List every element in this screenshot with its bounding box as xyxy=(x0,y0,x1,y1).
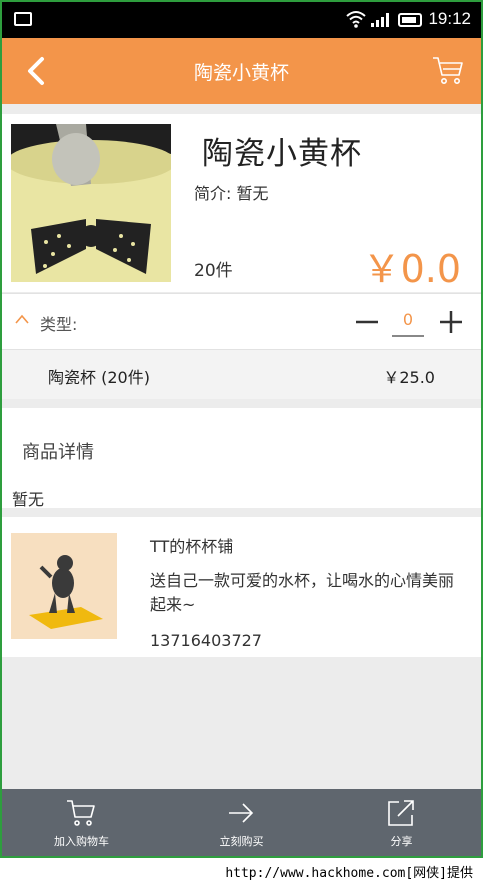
bottom-action-bar: 加入购物车 立刻购买 分享 xyxy=(2,789,481,856)
variant-name: 陶瓷杯 (20件) xyxy=(48,368,150,387)
chevron-up-icon[interactable] xyxy=(14,313,30,325)
watermark-text: http://www.hackhome.com[网侠]提供 xyxy=(225,866,473,881)
shop-phone: 13716403727 xyxy=(150,631,262,650)
phone-screen: 19:12 陶瓷小黄杯 陶瓷小黄杯 简介: 暂无 20件 ￥0.0 类型: 0 … xyxy=(2,2,481,856)
buy-now-button[interactable]: 立刻购买 xyxy=(162,789,321,856)
share-button[interactable]: 分享 xyxy=(322,789,481,856)
share-label: 分享 xyxy=(390,835,413,848)
increase-quantity-button[interactable] xyxy=(438,309,464,335)
share-icon xyxy=(388,800,414,826)
buy-now-label: 立刻购买 xyxy=(219,835,264,848)
variant-option[interactable]: 陶瓷杯 (20件) ￥25.0 xyxy=(2,349,481,399)
details-text: 暂无 xyxy=(12,490,45,509)
type-label: 类型: xyxy=(40,315,78,334)
page-title: 陶瓷小黄杯 xyxy=(193,62,289,84)
variant-price: ￥25.0 xyxy=(383,368,435,387)
product-name: 陶瓷小黄杯 xyxy=(202,136,362,172)
product-description: 简介: 暂无 xyxy=(194,184,269,203)
wifi-icon xyxy=(346,11,366,28)
add-to-cart-label: 加入购物车 xyxy=(54,835,109,848)
shop-description: 送自己一款可爱的水杯，让喝水的心情美丽起来~ xyxy=(150,571,455,614)
details-title: 商品详情 xyxy=(22,442,94,463)
shop-name: TT的杯杯铺 xyxy=(150,537,234,556)
arrow-right-icon xyxy=(229,803,254,823)
product-card: 陶瓷小黄杯 简介: 暂无 20件 ￥0.0 xyxy=(2,114,481,292)
product-stock: 20件 xyxy=(194,261,233,281)
shop-card[interactable]: TT的杯杯铺 送自己一款可爱的水杯，让喝水的心情美丽起来~ 1371640372… xyxy=(2,517,481,657)
cart-icon xyxy=(67,800,95,826)
product-details-section: 商品详情 暂无 xyxy=(2,408,481,509)
battery-icon xyxy=(398,13,422,27)
top-app-bar: 陶瓷小黄杯 xyxy=(2,38,481,104)
shop-image xyxy=(11,533,117,639)
product-price: ￥0.0 xyxy=(362,247,461,291)
product-image[interactable] xyxy=(11,124,171,282)
watermark-bar: http://www.hackhome.com[网侠]提供 xyxy=(0,857,483,884)
type-selector-row: 类型: 0 xyxy=(2,293,481,349)
status-time: 19:12 xyxy=(428,9,471,28)
quantity-field[interactable]: 0 xyxy=(392,307,424,337)
shopping-cart-icon[interactable] xyxy=(431,54,465,86)
add-to-cart-button[interactable]: 加入购物车 xyxy=(2,789,161,856)
status-bar: 19:12 xyxy=(2,2,481,38)
signal-icon xyxy=(371,13,389,27)
decrease-quantity-button[interactable] xyxy=(354,309,380,335)
image-notification-icon xyxy=(14,12,32,26)
